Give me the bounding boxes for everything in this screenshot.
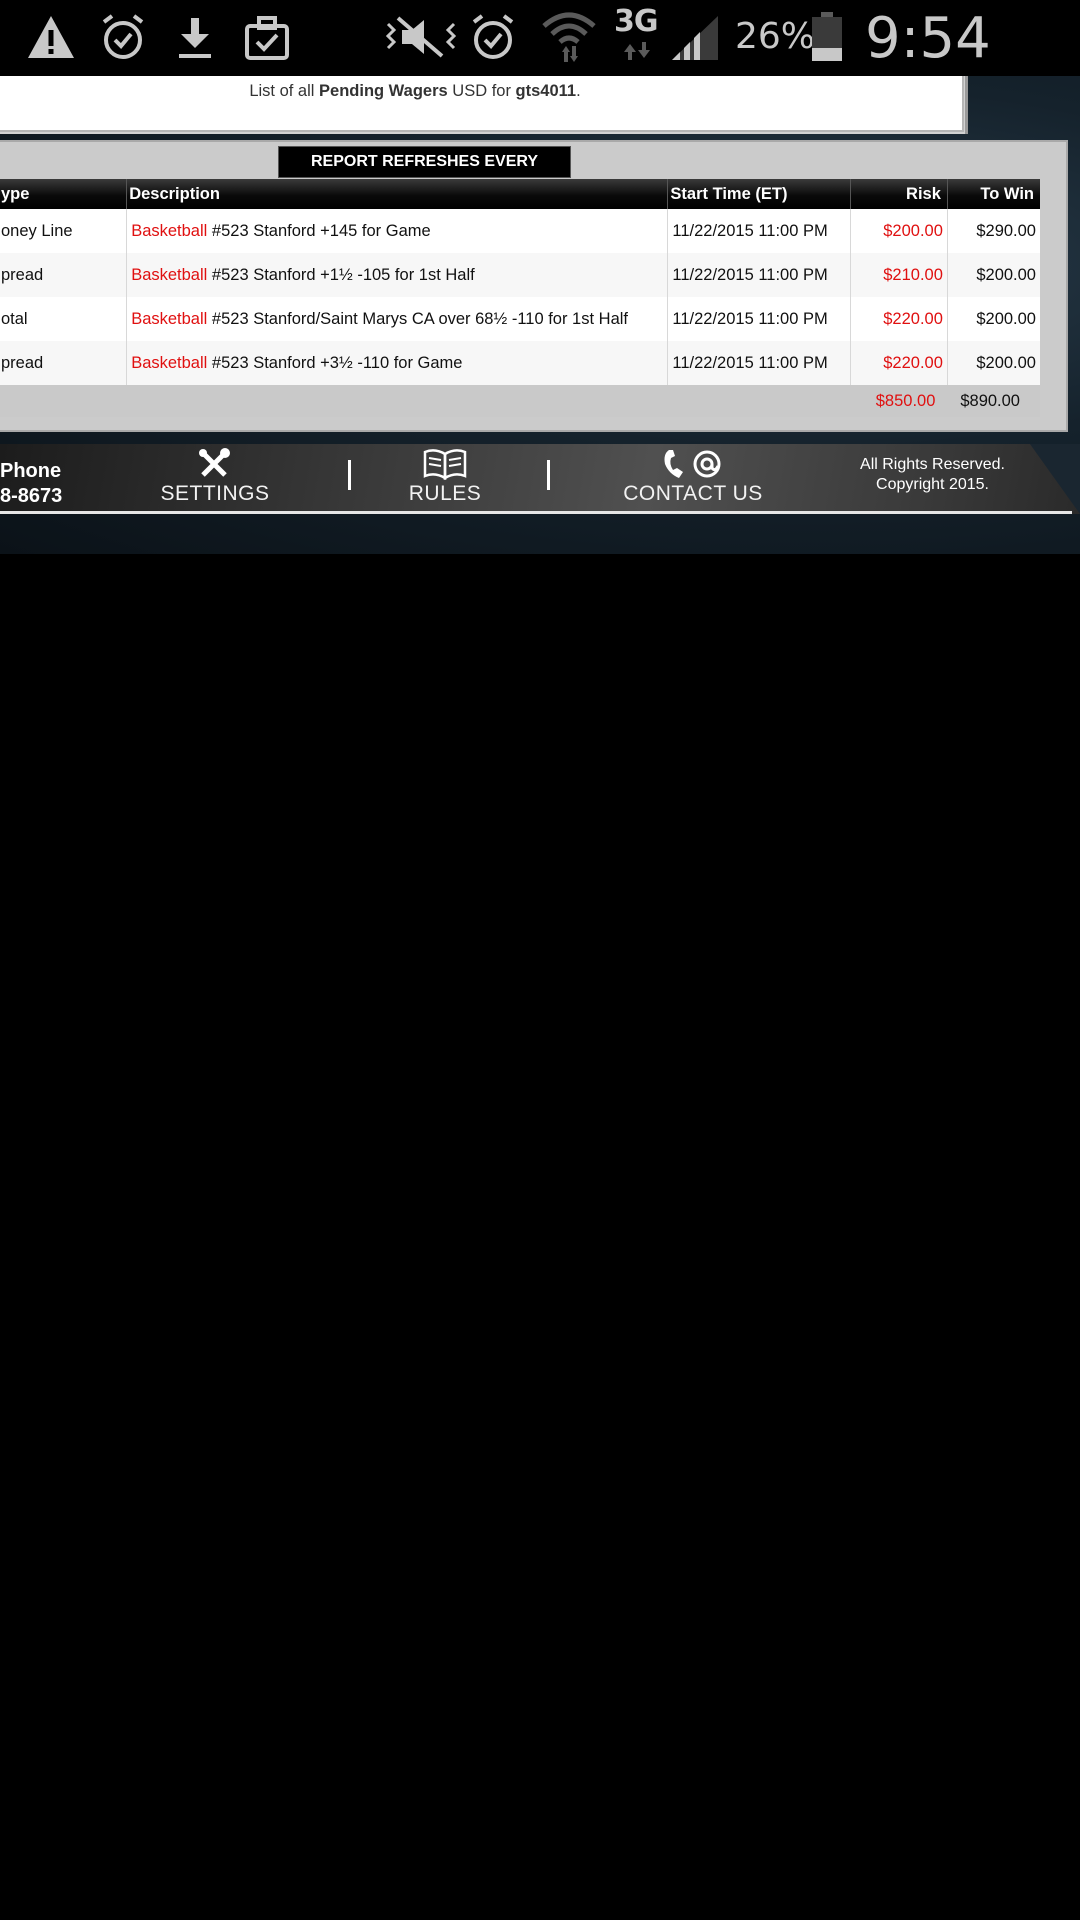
wager-to-win: $200.00: [946, 253, 1040, 297]
contact-us-link[interactable]: CONTACT US: [618, 448, 768, 506]
wager-start-time: 11/22/2015 11:00 PM: [667, 297, 851, 341]
wager-risk: $220.00: [850, 341, 948, 385]
footer-divider: [547, 460, 550, 490]
wager-description: Basketball #523 Stanford +3½ -110 for Ga…: [126, 341, 668, 385]
tools-icon: [199, 448, 230, 477]
pending-wagers-label: Pending Wagers: [319, 82, 448, 100]
book-icon: [423, 449, 467, 481]
wager-start-time: 11/22/2015 11:00 PM: [667, 341, 851, 385]
status-bar: 3G 26% 9:54 PM: [0, 0, 1080, 136]
wager-type: pread: [0, 341, 127, 385]
table-header-row: ype Description Start Time (ET) Risk To …: [0, 179, 1040, 209]
sport-label: Basketball: [131, 309, 208, 328]
copyright-notice: All Rights Reserved. Copyright 2015.: [860, 456, 1005, 493]
clipboard-check-icon: [245, 16, 289, 60]
table-row[interactable]: otal Basketball #523 Stanford/Saint Mary…: [0, 297, 1040, 341]
total-to-win: $890.00: [947, 385, 1040, 417]
signal-icon: [672, 16, 718, 60]
battery-percent: 26%: [735, 16, 816, 57]
account-id: gts4011: [515, 82, 577, 100]
wager-risk: $200.00: [850, 209, 948, 253]
wager-type: oney Line: [0, 209, 127, 253]
wager-description: Basketball #523 Stanford +145 for Game: [126, 209, 668, 253]
wager-to-win: $200.00: [946, 341, 1040, 385]
header-to-win: To Win: [946, 179, 1040, 209]
network-3g-icon: 3G: [614, 4, 658, 39]
network-arrows-icon: [624, 42, 650, 60]
header-description: Description: [126, 179, 668, 209]
settings-label: SETTINGS: [160, 482, 270, 505]
download-icon: [179, 18, 211, 58]
table-row[interactable]: pread Basketball #523 Stanford +3½ -110 …: [0, 341, 1040, 385]
wager-description: Basketball #523 Stanford +1½ -105 for 1s…: [126, 253, 668, 297]
wager-to-win: $290.00: [946, 209, 1040, 253]
wager-type: pread: [0, 253, 127, 297]
table-row[interactable]: pread Basketball #523 Stanford +1½ -105 …: [0, 253, 1040, 297]
settings-link[interactable]: SETTINGS: [160, 448, 270, 506]
wager-to-win: $200.00: [946, 297, 1040, 341]
wager-start-time: 11/22/2015 11:00 PM: [667, 253, 851, 297]
alarm-icon: [472, 14, 514, 59]
rules-link[interactable]: RULES: [402, 448, 488, 506]
pending-wagers-summary: List of all Pending Wagers USD for gts40…: [249, 82, 581, 100]
sport-label: Basketball: [131, 353, 208, 372]
contact-us-label: CONTACT US: [623, 482, 763, 505]
wager-risk: $220.00: [850, 297, 948, 341]
header-type: ype: [0, 179, 127, 209]
battery-icon: [812, 12, 842, 61]
pending-wagers-table: ype Description Start Time (ET) Risk To …: [0, 179, 1040, 417]
sport-label: Basketball: [131, 265, 208, 284]
wager-description: Basketball #523 Stanford/Saint Marys CA …: [126, 297, 668, 341]
sport-label: Basketball: [131, 221, 208, 240]
table-row[interactable]: oney Line Basketball #523 Stanford +145 …: [0, 209, 1040, 253]
rules-label: RULES: [408, 482, 482, 505]
page-content: List of all Pending Wagers USD for gts40…: [0, 76, 1080, 554]
alarm-icon: [102, 14, 144, 59]
phone-contact: Phone 8-8673: [0, 460, 63, 507]
wager-start-time: 11/22/2015 11:00 PM: [667, 209, 851, 253]
refresh-notice: REPORT REFRESHES EVERY MINUTE: [278, 146, 571, 200]
mute-vibrate-icon: [385, 16, 457, 58]
warning-icon: [28, 16, 74, 58]
wager-type: otal: [0, 297, 127, 341]
wifi-icon: [542, 12, 596, 62]
total-risk: $850.00: [850, 385, 948, 417]
footer-divider: [348, 460, 351, 490]
header-risk: Risk: [850, 179, 948, 209]
footer-bar: Phone 8-8673 SETTINGS RULES CONTACT US A…: [0, 444, 1080, 514]
network-label: 3G: [614, 4, 658, 39]
phone-at-icon: [664, 450, 721, 478]
totals-row: $850.00 $890.00: [0, 385, 1040, 417]
header-start-time: Start Time (ET): [667, 179, 851, 209]
wager-risk: $210.00: [850, 253, 948, 297]
